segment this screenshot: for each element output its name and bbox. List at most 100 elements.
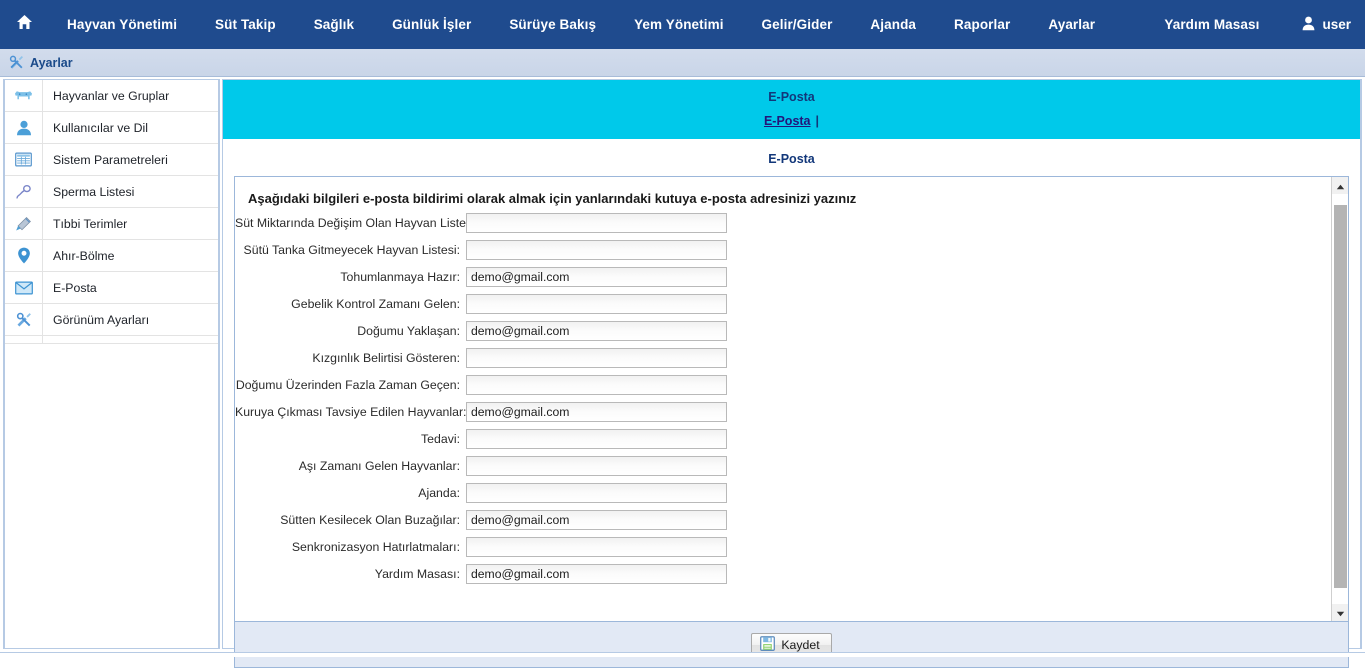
user-icon — [1302, 16, 1315, 34]
sidebar-item-gorunum-ayarlari[interactable]: Görünüm Ayarları — [5, 304, 218, 336]
form-row: Doğumu Üzerinden Fazla Zaman Geçen: — [235, 375, 1335, 395]
form-row: Aşı Zamanı Gelen Hayvanlar: — [235, 456, 1335, 476]
sidebar-item-sperma-listesi[interactable]: Sperma Listesi — [5, 176, 218, 208]
sidebar-item-sistem-parametreleri[interactable]: Sistem Parametreleri — [5, 144, 218, 176]
ajanda-input[interactable] — [466, 483, 727, 503]
main-panel: E-Posta E-Posta| E-Posta Aşağıdaki bilgi… — [222, 79, 1362, 649]
sidebar-item-ahir-bolme[interactable]: Ahır-Bölme — [5, 240, 218, 272]
field-label: Ajanda: — [235, 486, 466, 500]
sidebar-item-label: Tıbbi Terimler — [43, 217, 127, 231]
tab-e-posta[interactable]: E-Posta — [764, 114, 811, 128]
chevron-up-icon — [1336, 177, 1345, 195]
form-row: Tedavi: — [235, 429, 1335, 449]
chevron-down-icon — [1336, 604, 1345, 622]
tedavi-input[interactable] — [466, 429, 727, 449]
sidebar-item-e-posta[interactable]: E-Posta — [5, 272, 218, 304]
nav-item-yardim-masasi[interactable]: Yardım Masası — [1145, 0, 1278, 49]
field-label: Doğumu Üzerinden Fazla Zaman Geçen: — [235, 378, 466, 392]
scroll-down-button[interactable] — [1332, 604, 1349, 621]
form-row: Yardım Masası: — [235, 564, 1335, 584]
dogumu-yaklasan-input[interactable] — [466, 321, 727, 341]
user-icon — [5, 112, 43, 143]
nav-item-gelir-gider[interactable]: Gelir/Gider — [743, 0, 852, 49]
sidebar-item-label: Hayvanlar ve Gruplar — [43, 89, 169, 103]
breadcrumb-label: Ayarlar — [30, 56, 73, 70]
sidebar-item-label: Kullanıcılar ve Dil — [43, 121, 148, 135]
nav-right-group: Yardım Masası user — [1145, 0, 1365, 49]
form-row: Kuruya Çıkması Tavsiye Edilen Hayvanlar: — [235, 402, 1335, 422]
sidebar-item-label: Sistem Parametreleri — [43, 153, 168, 167]
user-label: user — [1322, 17, 1351, 32]
nav-item-sut-takip[interactable]: Süt Takip — [196, 0, 295, 49]
form-row: Süt Miktarında Değişim Olan Hayvan Liste… — [235, 213, 1335, 233]
form-row: Tohumlanmaya Hazır: — [235, 267, 1335, 287]
tohumlanmaya-hazir-input[interactable] — [466, 267, 727, 287]
tab-separator: | — [811, 114, 820, 128]
sidebar-item-hayvanlar-ve-gruplar[interactable]: Hayvanlar ve Gruplar — [5, 80, 218, 112]
email-settings-card: Aşağıdaki bilgileri e-posta bildirimi ol… — [234, 176, 1349, 622]
save-button-label: Kaydet — [781, 638, 819, 652]
home-icon — [16, 14, 33, 35]
form-row: Senkronizasyon Hatırlatmaları: — [235, 537, 1335, 557]
nav-item-saglik[interactable]: Sağlık — [295, 0, 373, 49]
page-title: E-Posta — [223, 89, 1360, 105]
nav-item-ayarlar[interactable]: Ayarlar — [1029, 0, 1114, 49]
scroll-up-button[interactable] — [1332, 177, 1349, 194]
form-row: Sütü Tanka Gitmeyecek Hayvan Listesi: — [235, 240, 1335, 260]
field-label: Aşı Zamanı Gelen Hayvanlar: — [235, 459, 466, 473]
user-menu[interactable]: user — [1278, 16, 1351, 34]
asi-zamani-gelen-input[interactable] — [466, 456, 727, 476]
form-row: Gebelik Kontrol Zamanı Gelen: — [235, 294, 1335, 314]
sperm-icon — [5, 176, 43, 207]
form-row: Ajanda: — [235, 483, 1335, 503]
table-icon — [5, 144, 43, 175]
nav-item-suruye-bakis[interactable]: Sürüye Bakış — [490, 0, 615, 49]
form-row: Doğumu Yaklaşan: — [235, 321, 1335, 341]
nav-item-raporlar[interactable]: Raporlar — [935, 0, 1029, 49]
field-label: Doğumu Yaklaşan: — [235, 324, 466, 338]
field-label: Tedavi: — [235, 432, 466, 446]
page-header-banner: E-Posta E-Posta| — [223, 80, 1360, 139]
sidebar-item-tibbi-terimler[interactable]: Tıbbi Terimler — [5, 208, 218, 240]
sidebar: Hayvanlar ve Gruplar Kullanıcılar ve Dil… — [3, 79, 220, 649]
sutten-kesilecek-buzagilar-input[interactable] — [466, 510, 727, 530]
sidebar-item-label: Ahır-Bölme — [43, 249, 115, 263]
kuruya-cikmasi-tavsiye-input[interactable] — [466, 402, 727, 422]
nav-item-hayvan-yonetimi[interactable]: Hayvan Yönetimi — [48, 0, 196, 49]
floppy-disk-icon — [760, 636, 775, 654]
section-subtitle: E-Posta — [223, 139, 1360, 170]
field-label: Kızgınlık Belirtisi Gösteren: — [235, 351, 466, 365]
sut-miktarinda-degisim-input[interactable] — [466, 213, 727, 233]
kizginlik-belirtisi-input[interactable] — [466, 348, 727, 368]
nav-item-gunluk-isler[interactable]: Günlük İşler — [373, 0, 490, 49]
field-label: Kuruya Çıkması Tavsiye Edilen Hayvanlar: — [235, 405, 466, 419]
field-label: Süt Miktarında Değişim Olan Hayvan Liste… — [235, 216, 466, 230]
dogumu-uzerinden-fazla-zaman-input[interactable] — [466, 375, 727, 395]
sutu-tanka-gitmeyecek-input[interactable] — [466, 240, 727, 260]
senkronizasyon-hatirlatmalari-input[interactable] — [466, 537, 727, 557]
form-row: Sütten Kesilecek Olan Buzağılar: — [235, 510, 1335, 530]
top-navigation-bar: Hayvan Yönetimi Süt Takip Sağlık Günlük … — [0, 0, 1365, 49]
gebelik-kontrol-zamani-input[interactable] — [466, 294, 727, 314]
field-label: Gebelik Kontrol Zamanı Gelen: — [235, 297, 466, 311]
sidebar-item-label: Sperma Listesi — [43, 185, 134, 199]
field-label: Yardım Masası: — [235, 567, 466, 581]
nav-item-ajanda[interactable]: Ajanda — [851, 0, 935, 49]
form-footer: Kaydet — [234, 622, 1349, 668]
breadcrumb: Ayarlar — [0, 49, 1365, 77]
yardim-masasi-input[interactable] — [466, 564, 727, 584]
field-label: Tohumlanmaya Hazır: — [235, 270, 466, 284]
field-label: Senkronizasyon Hatırlatmaları: — [235, 540, 466, 554]
home-button[interactable] — [0, 0, 48, 49]
sidebar-item-label: Görünüm Ayarları — [43, 313, 149, 327]
nav-item-yem-yonetimi[interactable]: Yem Yönetimi — [615, 0, 742, 49]
syringe-icon — [5, 208, 43, 239]
sidebar-item-kullanicilar-ve-dil[interactable]: Kullanıcılar ve Dil — [5, 112, 218, 144]
form-heading: Aşağıdaki bilgileri e-posta bildirimi ol… — [235, 177, 1335, 206]
form-row: Kızgınlık Belirtisi Gösteren: — [235, 348, 1335, 368]
sidebar-tail — [5, 336, 218, 344]
form-scroll-region: Aşağıdaki bilgileri e-posta bildirimi ol… — [235, 177, 1335, 621]
vertical-scrollbar[interactable] — [1331, 177, 1348, 621]
sidebar-tail-cell — [5, 336, 43, 343]
scrollbar-thumb[interactable] — [1334, 205, 1347, 588]
